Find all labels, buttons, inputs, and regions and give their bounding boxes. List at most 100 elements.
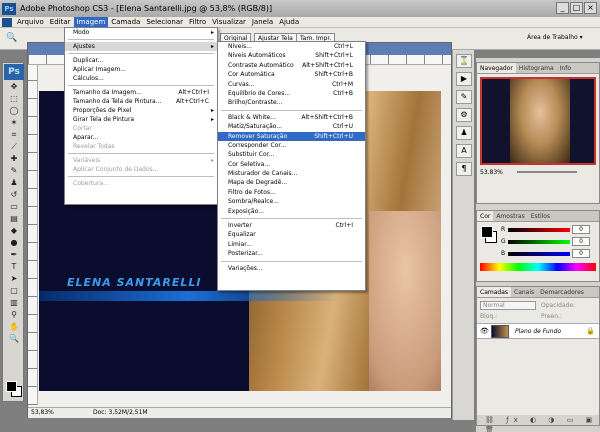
imagem-menu-item[interactable]: Duplicar... (65, 56, 217, 65)
ajustes-menu-item[interactable]: Contraste Automático Alt+Shift+Ctrl+L (218, 61, 365, 70)
healing-tool-icon[interactable]: ✚ (5, 153, 23, 164)
imagem-menu-item[interactable]: Tamanho da Tela de Pintura... Alt+Ctrl+C (65, 97, 217, 106)
ajustes-menu-item[interactable]: Variações... (218, 264, 365, 273)
pen-tool-icon[interactable]: ✒ (5, 249, 23, 260)
menu-editar[interactable]: Editar (47, 17, 74, 28)
ajustes-menu-item[interactable]: Black & White... Alt+Shift+Ctrl+B (218, 113, 365, 122)
menu-arquivo[interactable]: Arquivo (14, 17, 47, 28)
visibility-eye-icon[interactable]: 👁 (480, 327, 489, 335)
marquee-tool-icon[interactable]: ⬚ (5, 93, 23, 104)
ajustes-menu-item[interactable]: Níveis... Ctrl+L (218, 42, 365, 51)
navigator-zoom[interactable]: 53.83% (480, 169, 503, 176)
ajustes-menu-item[interactable]: Misturador de Canais... (218, 169, 365, 178)
ajustes-menu-item[interactable]: Inverter Ctrl+I (218, 221, 365, 230)
channel-g-slider[interactable] (508, 240, 570, 244)
brush-tool-icon[interactable]: ✎ (5, 165, 23, 176)
imagem-menu-item[interactable]: Aplicar Imagem... (65, 65, 217, 74)
navigator-zoom-slider[interactable] (517, 171, 577, 173)
ajustes-menu-item[interactable]: Cor Automática Shift+Ctrl+B (218, 70, 365, 79)
tab-color[interactable]: Cor (477, 211, 494, 221)
path-selection-tool-icon[interactable]: ➤ (5, 273, 23, 284)
ajustes-menu-item[interactable]: Sombra/Realce... (218, 197, 365, 206)
gradient-tool-icon[interactable]: ▤ (5, 213, 23, 224)
app-menu-icon[interactable] (2, 17, 12, 27)
tab-layers[interactable]: Camadas (477, 287, 511, 297)
tab-histogram[interactable]: Histograma (516, 63, 557, 73)
actions-panel-icon[interactable]: ▶ (456, 72, 472, 86)
tab-channels[interactable]: Canais (511, 287, 537, 297)
magic-wand-tool-icon[interactable]: ✶ (5, 117, 23, 128)
notes-tool-icon[interactable]: ▥ (5, 297, 23, 308)
clone-source-icon[interactable]: ♟ (456, 126, 472, 140)
workspace-dropdown[interactable]: Área de Trabalho ▾ (527, 34, 583, 41)
ajustes-menu-item[interactable]: Níveis Automáticos Shift+Ctrl+L (218, 51, 365, 60)
channel-r-slider[interactable] (508, 228, 570, 232)
lasso-tool-icon[interactable]: ◯ (5, 105, 23, 116)
blur-tool-icon[interactable]: ◆ (5, 225, 23, 236)
ajustes-menu-item[interactable]: Limiar... (218, 240, 365, 249)
close-button[interactable]: × (584, 2, 597, 14)
layers-footer-icons[interactable]: ⛓ ƒx ◐ ◑ ▭ ▣ 🗑 (477, 415, 599, 432)
ajustes-menu-item[interactable]: Equalizar (218, 230, 365, 239)
slice-tool-icon[interactable]: ⟋ (5, 141, 23, 152)
tool-presets-icon[interactable]: ⚙ (456, 108, 472, 122)
ajustes-menu-item[interactable]: Matiz/Saturação... Ctrl+U (218, 122, 365, 131)
tab-styles[interactable]: Estilos (528, 211, 553, 221)
navigator-thumbnail[interactable] (480, 77, 596, 165)
color-swatches[interactable] (6, 381, 22, 397)
crop-tool-icon[interactable]: ⌗ (5, 129, 23, 140)
ajustes-menu-item[interactable]: Exposição... (218, 207, 365, 216)
hand-tool-icon[interactable]: ✋ (5, 321, 23, 332)
character-panel-icon[interactable]: A (456, 144, 472, 158)
ajustes-menu-item[interactable]: Brilho/Contraste... (218, 98, 365, 107)
ajustes-menu-item[interactable]: Mapa de Degradê... (218, 178, 365, 187)
type-tool-icon[interactable]: T (5, 261, 23, 272)
tab-info[interactable]: Info (557, 63, 574, 73)
imagem-menu-item[interactable]: Ajustes ▸ (65, 42, 217, 51)
layer-row[interactable]: 👁 Plano de Fundo 🔒 (477, 323, 599, 339)
ajustes-menu-item[interactable]: Substituir Cor... (218, 150, 365, 159)
history-brush-tool-icon[interactable]: ↺ (5, 189, 23, 200)
channel-b-value[interactable]: 0 (572, 249, 590, 258)
imagem-menu-item[interactable]: Proporções de Pixel ▸ (65, 106, 217, 115)
tab-swatches[interactable]: Amostras (493, 211, 527, 221)
imagem-menu-item[interactable]: Girar Tela de Pintura ▸ (65, 115, 217, 124)
imagem-menu-item[interactable]: Aparar... (65, 133, 217, 142)
panel-foreground-swatch[interactable] (481, 226, 493, 238)
ajustes-menu-item[interactable]: Curvas... Ctrl+M (218, 80, 365, 89)
menu-camada[interactable]: Camada (108, 17, 143, 28)
ajustes-menu-item[interactable]: Filtro de Fotos... (218, 188, 365, 197)
stamp-tool-icon[interactable]: ♟ (5, 177, 23, 188)
imagem-menu-item[interactable]: Tamanho da Imagem... Alt+Ctrl+I (65, 88, 217, 97)
layer-name[interactable]: Plano de Fundo (515, 328, 561, 335)
brushes-panel-icon[interactable]: ✎ (456, 90, 472, 104)
dodge-tool-icon[interactable]: ● (5, 237, 23, 248)
history-panel-icon[interactable]: ⌛ (456, 54, 472, 68)
eraser-tool-icon[interactable]: ▭ (5, 201, 23, 212)
maximize-button[interactable]: □ (570, 2, 583, 14)
menu-visualizar[interactable]: Visualizar (209, 17, 249, 28)
zoom-tool-icon[interactable]: 🔍 (5, 333, 23, 344)
tab-navigator[interactable]: Navegador (477, 63, 516, 73)
menu-filtro[interactable]: Filtro (186, 17, 209, 28)
channel-r-value[interactable]: 0 (572, 225, 590, 234)
minimize-button[interactable]: _ (556, 2, 569, 14)
ajustes-menu-item[interactable]: Corresponder Cor... (218, 141, 365, 150)
menu-imagem[interactable]: Imagem (73, 16, 109, 28)
menu-selecionar[interactable]: Selecionar (143, 17, 186, 28)
blend-mode-select[interactable]: Normal (480, 301, 536, 310)
channel-b-slider[interactable] (508, 252, 570, 256)
shape-tool-icon[interactable]: ▢ (5, 285, 23, 296)
move-tool-icon[interactable]: ✥ (5, 81, 23, 92)
ajustes-menu-item[interactable]: Cor Seletiva... (218, 160, 365, 169)
foreground-color-swatch[interactable] (6, 381, 17, 392)
menu-janela[interactable]: Janela (249, 17, 276, 28)
zoom-level[interactable]: 53,83% (31, 408, 54, 418)
ajustes-menu-item[interactable]: Posterizar... (218, 249, 365, 258)
ajustes-menu-item[interactable]: Equilíbrio de Cores... Ctrl+B (218, 89, 365, 98)
imagem-menu-item[interactable]: Modo ▸ (65, 28, 217, 37)
eyedropper-tool-icon[interactable]: ⚲ (5, 309, 23, 320)
ajustes-menu-item[interactable]: Remover Saturação Shift+Ctrl+U (218, 131, 365, 141)
paragraph-panel-icon[interactable]: ¶ (456, 162, 472, 176)
menu-ajuda[interactable]: Ajuda (276, 17, 302, 28)
